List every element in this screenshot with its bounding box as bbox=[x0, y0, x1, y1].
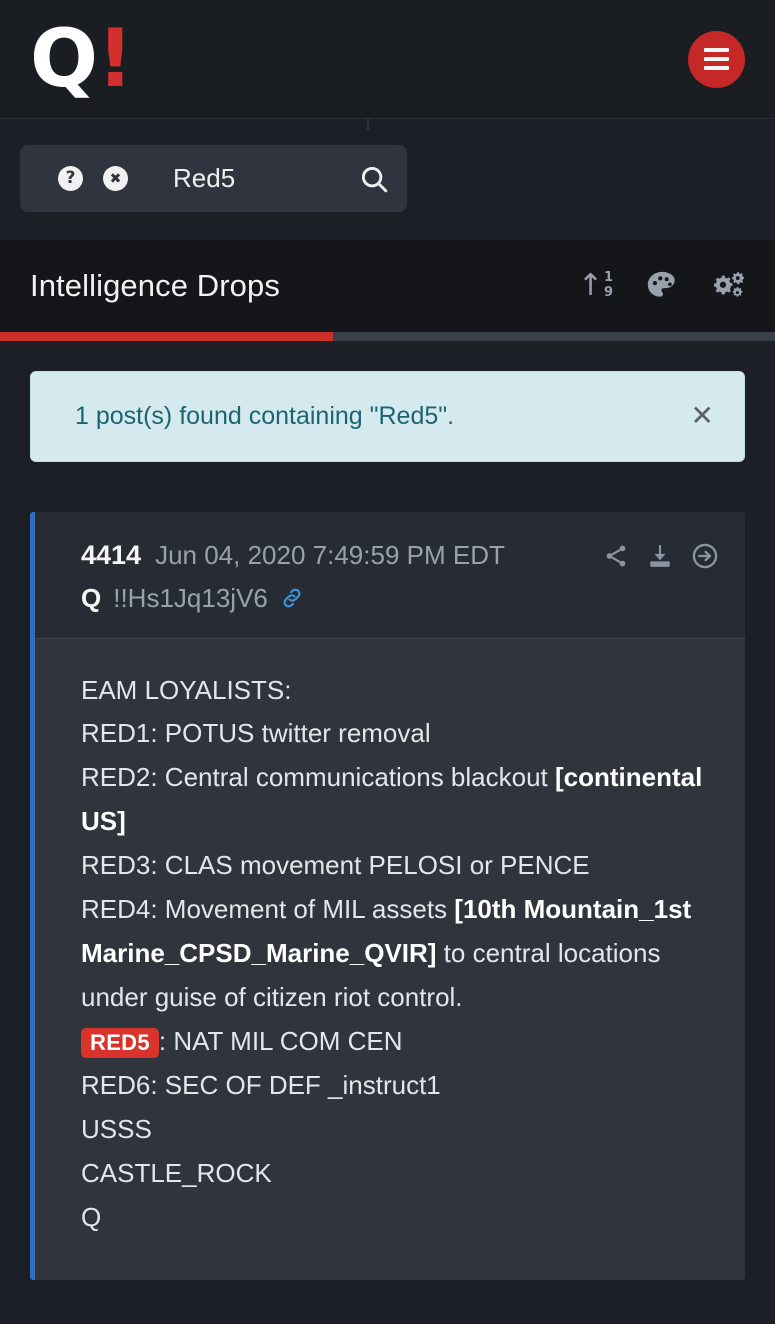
post-tripcode: !!Hs1Jq13jV6 bbox=[113, 582, 268, 613]
post-header: 4414 Jun 04, 2020 7:49:59 PM EDT Q !!Hs1… bbox=[35, 511, 745, 639]
progress-bar-fill bbox=[0, 332, 334, 341]
search-results-alert: 1 post(s) found containing "Red5". ✕ bbox=[30, 371, 745, 462]
post-actions bbox=[603, 542, 719, 570]
post-text-line: EAM LOYALISTS: bbox=[81, 669, 719, 713]
go-to-post-icon[interactable] bbox=[691, 542, 719, 570]
top-navbar: Q ! bbox=[0, 0, 775, 118]
post-text-span: RED6: SEC OF DEF _instruct1 bbox=[81, 1069, 441, 1100]
post-body: EAM LOYALISTS: RED1: POTUS twitter remova… bbox=[35, 638, 745, 1280]
sort-bottom-digit: 9 bbox=[603, 284, 613, 300]
site-logo[interactable]: Q ! bbox=[30, 12, 134, 105]
share-icon[interactable] bbox=[603, 543, 629, 569]
main-content: 1 post(s) found containing "Red5". ✕ 441… bbox=[0, 341, 775, 1280]
search-clear-icon[interactable]: ✖ bbox=[103, 166, 128, 191]
hamburger-line-icon bbox=[704, 66, 729, 70]
post-text-line: USSS bbox=[81, 1108, 719, 1152]
section-toolbar: ↑ 1 9 bbox=[578, 269, 747, 303]
chain-link-icon[interactable] bbox=[280, 586, 304, 610]
sort-ascending-icon[interactable]: ↑ 1 9 bbox=[578, 271, 613, 300]
search-submit-button[interactable] bbox=[359, 164, 389, 194]
post-text-line: RED5: NAT MIL COM CEN bbox=[81, 1020, 719, 1064]
alert-message: 1 post(s) found containing "Red5". bbox=[75, 402, 455, 430]
sort-arrow-icon: ↑ bbox=[577, 268, 603, 304]
post-text-span: CASTLE_ROCK bbox=[81, 1157, 272, 1188]
post-text-line: CASTLE_ROCK bbox=[81, 1152, 719, 1196]
alert-close-button[interactable]: ✕ bbox=[687, 402, 718, 430]
post-text-span: EAM LOYALISTS: bbox=[81, 674, 292, 705]
logo-exclamation-icon: ! bbox=[97, 12, 134, 105]
post-text-span: RED4: Movement of MIL assets bbox=[81, 894, 455, 925]
post-author: Q bbox=[81, 582, 102, 613]
page-title: Intelligence Drops bbox=[30, 268, 280, 303]
divider-tick bbox=[367, 118, 369, 130]
search-bar[interactable]: ? ✖ bbox=[20, 145, 407, 212]
post-text-span: : NAT MIL COM CEN bbox=[158, 1026, 403, 1056]
progress-bar-track bbox=[0, 332, 775, 341]
post-card: 4414 Jun 04, 2020 7:49:59 PM EDT Q !!Hs1… bbox=[30, 511, 745, 1280]
section-header: Intelligence Drops ↑ 1 9 bbox=[0, 240, 775, 332]
post-timestamp: Jun 04, 2020 7:49:59 PM EDT bbox=[155, 539, 505, 570]
sort-top-digit: 1 bbox=[603, 270, 613, 286]
post-number: 4414 bbox=[81, 539, 142, 570]
hamburger-line-icon bbox=[704, 57, 729, 61]
download-icon[interactable] bbox=[647, 543, 673, 569]
post-text-line: Q bbox=[81, 1196, 719, 1240]
post-text-span: RED1: POTUS twitter removal bbox=[81, 718, 431, 749]
gears-icon[interactable] bbox=[711, 269, 747, 303]
logo-letter-q: Q bbox=[30, 12, 98, 105]
search-help-icon[interactable]: ? bbox=[58, 166, 83, 191]
post-tripcode-row: Q !!Hs1Jq13jV6 bbox=[81, 583, 719, 614]
search-region: ? ✖ bbox=[0, 119, 775, 240]
post-text-line: RED3: CLAS movement PELOSI or PENCE bbox=[81, 844, 719, 888]
post-text-line: RED1: POTUS twitter removal bbox=[81, 712, 719, 756]
post-text: EAM LOYALISTS: RED1: POTUS twitter remova… bbox=[81, 669, 719, 1240]
post-text-span: USSS bbox=[81, 1113, 152, 1144]
navbar-divider bbox=[0, 118, 775, 130]
search-input[interactable] bbox=[173, 163, 353, 194]
palette-icon[interactable] bbox=[645, 269, 679, 303]
post-text-span: Q bbox=[81, 1201, 102, 1232]
magnifier-icon bbox=[361, 166, 388, 192]
post-text-line: RED6: SEC OF DEF _instruct1 bbox=[81, 1064, 719, 1108]
hamburger-line-icon bbox=[704, 48, 729, 52]
post-text-line: RED4: Movement of MIL assets [10th Mount… bbox=[81, 888, 719, 1020]
post-text-span: RED3: CLAS movement PELOSI or PENCE bbox=[81, 850, 590, 881]
post-text-line: RED2: Central communications blackout [c… bbox=[81, 756, 719, 844]
hamburger-menu-button[interactable] bbox=[688, 30, 745, 88]
search-match-highlight: RED5 bbox=[81, 1028, 159, 1058]
post-text-span: RED2: Central communications blackout bbox=[81, 762, 555, 793]
